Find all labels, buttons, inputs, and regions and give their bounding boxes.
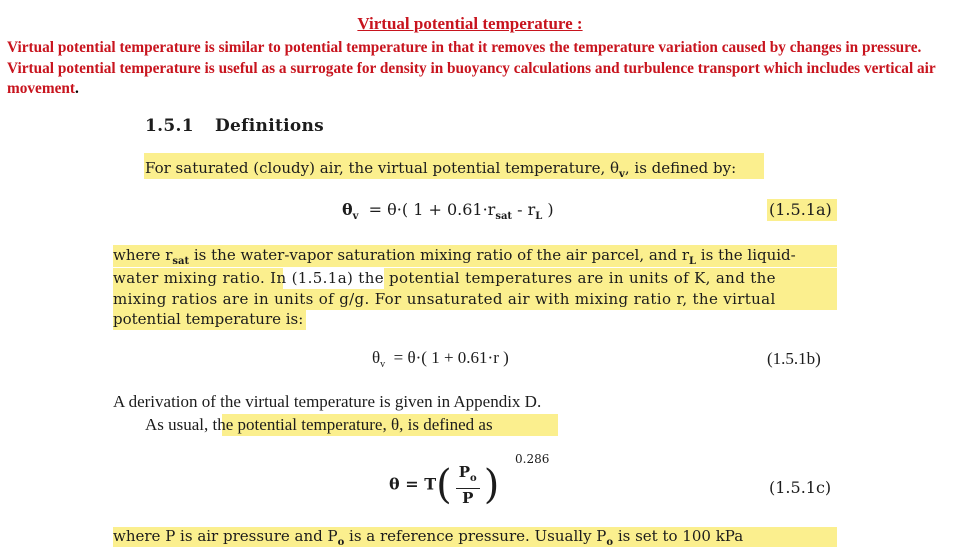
p4-highlighted: the potential temperature, θ, is defined… xyxy=(212,415,493,434)
eq-a-lhs-sub: v xyxy=(352,211,359,222)
equation-1-5-1a: θv = θ·( 1 + 0.61·rsat - rL ) xyxy=(342,200,554,222)
textbook-excerpt-image: 1.5.1 Definitions For saturated (cloudy) … xyxy=(0,0,960,548)
eq-c-lhs: θ = T xyxy=(389,474,437,494)
p2-l1-sub2: L xyxy=(689,256,697,267)
eq-b-lhs: θ xyxy=(372,348,381,367)
eq-a-rhs1: = θ·( 1 + 0.61·r xyxy=(368,200,496,219)
equation-label-1-5-1a: (1.5.1a) xyxy=(769,200,832,219)
eq-c-exponent: 0.286 xyxy=(515,452,550,466)
p2-l1a: where r xyxy=(113,246,173,264)
fraction-numerator: Po xyxy=(455,463,480,489)
p5-end: is set to 100 kPa xyxy=(613,527,744,545)
p2-l1c: is the liquid- xyxy=(696,246,796,264)
section-title: Definitions xyxy=(215,116,325,136)
p5-mid: is a reference pressure. Usually P xyxy=(344,527,607,545)
paragraph-reference-pressure: where P is air pressure and Po is a refe… xyxy=(113,527,743,548)
eq-b-rhs: = θ·( 1 + 0.61·r ) xyxy=(393,348,509,367)
equation-1-5-1c: θ = T(Po P) xyxy=(389,463,499,507)
paragraph-saturated-definition: For saturated (cloudy) air, the virtual … xyxy=(145,159,736,180)
p2-l1b: is the water-vapor saturation mixing rat… xyxy=(189,246,689,264)
eq-b-lhs-sub: v xyxy=(380,359,386,370)
paragraph-line: water mixing ratio. In (1.5.1a) the pote… xyxy=(113,269,776,287)
paragraph-line: mixing ratios are in units of g/g. For u… xyxy=(113,290,776,308)
equation-label-1-5-1b: (1.5.1b) xyxy=(767,349,821,368)
eq-a-lhs: θ xyxy=(342,200,353,219)
equation-1-5-1b: θv = θ·( 1 + 0.61·r ) xyxy=(372,348,509,370)
numerator-text: P xyxy=(458,463,471,481)
eq-a-rhs3: ) xyxy=(542,200,554,219)
p1-end: , is defined by: xyxy=(624,159,737,177)
p4-plain: As usual, xyxy=(145,415,213,434)
paragraph-as-usual: As usual, the potential temperature, θ, … xyxy=(145,415,493,435)
paragraph-line: where rsat is the water-vapor saturation… xyxy=(113,246,796,267)
p5-a: where P is air pressure and P xyxy=(113,527,338,545)
eq-a-rhs2: - r xyxy=(512,200,536,219)
paragraph-derivation: A derivation of the virtual temperature … xyxy=(113,392,542,411)
fraction: Po P xyxy=(455,463,480,507)
fraction-denominator: P xyxy=(462,489,474,507)
p1-text: For saturated (cloudy) air, the virtual … xyxy=(145,159,620,177)
p2-l1-sub: sat xyxy=(172,256,190,267)
paragraph-line: potential temperature is: xyxy=(113,310,304,328)
left-paren: ( xyxy=(436,462,452,508)
section-number: 1.5.1 xyxy=(145,116,194,136)
equation-label-1-5-1c: (1.5.1c) xyxy=(769,478,832,497)
section-heading: 1.5.1 Definitions xyxy=(145,116,324,136)
eq-a-sub1: sat xyxy=(495,211,513,222)
numerator-sub: o xyxy=(470,473,477,484)
right-paren: ) xyxy=(483,462,500,508)
